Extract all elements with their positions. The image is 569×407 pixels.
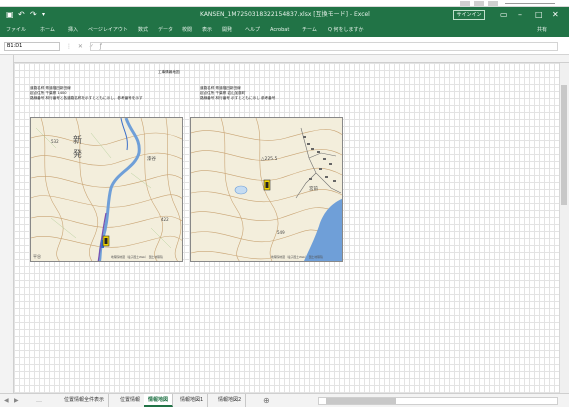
map-left-credit: 地理院地図（電子国土Web） 国土地理院 — [111, 255, 163, 259]
redo-icon[interactable]: ↷ — [30, 10, 37, 20]
save-icon[interactable]: ▣ — [6, 10, 14, 20]
tab-ellipsis-icon[interactable]: … — [36, 396, 42, 406]
left-info-line-1: 道路名称 県道福田新田線 — [30, 86, 71, 90]
right-info-line-3: 路線番号 林行番号 示すとともに示し 参考番号 — [200, 96, 276, 100]
tab-file[interactable]: ファイル — [6, 25, 26, 35]
tell-me-search[interactable]: Q 何をしますか — [328, 25, 364, 35]
sheet-tab-all-locations[interactable]: 位置情報全件表示 — [60, 394, 110, 407]
right-info-line-1: 道路名称 県道福田新田線 — [200, 86, 241, 90]
sheet-tab-locations[interactable]: 位置情報 — [116, 394, 146, 407]
map-right-credit: 地理院地図（電子国土Web） 国土地理院 — [271, 255, 323, 259]
sheet-heading: 工事情報地図 — [158, 70, 180, 74]
horizontal-scroll-thumb[interactable] — [326, 398, 396, 404]
map-left-label-2: 発 — [73, 150, 83, 160]
minimize-icon[interactable]: – — [518, 10, 522, 20]
add-sheet-button[interactable]: ⊕ — [263, 395, 270, 406]
ribbon-tabs: ファイル ホーム 挿入 ページレイアウト 数式 データ 校閲 表示 開発 ヘルプ… — [0, 23, 569, 37]
view-normal-icon[interactable] — [460, 1, 470, 6]
tab-team[interactable]: チーム — [302, 25, 317, 35]
close-icon[interactable]: ✕ — [552, 10, 559, 20]
tab-formulas[interactable]: 数式 — [138, 25, 148, 35]
worksheet: 工事情報地図 道路名称 県道福田新田線 起点住所 千葉県 1400 路線番号 林… — [0, 55, 569, 393]
right-info-line-2: 起点住所 千葉県 岩山加藤町 — [200, 91, 246, 95]
undo-icon[interactable]: ↶ — [18, 10, 25, 20]
left-info-line-2: 起点住所 千葉県 1400 — [30, 91, 67, 95]
name-box[interactable]: B1:D1 — [4, 42, 60, 51]
sheet-tab-info-map-1[interactable]: 情報地図1 — [176, 394, 209, 407]
column-headers — [0, 55, 569, 63]
ribbon-display-icon[interactable]: ▭ — [500, 10, 508, 20]
window-title: KANSEN_1M7250318322154837.xlsx [互換モード] -… — [200, 11, 370, 18]
excel-window: ▣ ↶ ↷ ▾ KANSEN_1M7250318322154837.xlsx [… — [0, 0, 569, 407]
formula-input[interactable] — [90, 42, 558, 51]
title-bar: ▣ ↶ ↷ ▾ KANSEN_1M7250318322154837.xlsx [… — [0, 7, 569, 23]
map-left-label-6: 平谷 — [33, 254, 41, 259]
view-pagebreak-icon[interactable] — [488, 1, 498, 6]
map-left-label-5: 422 — [161, 217, 169, 222]
map-left-label-3: 532 — [51, 139, 59, 144]
top-strip — [0, 0, 569, 7]
tab-data[interactable]: データ — [158, 25, 173, 35]
map-right-label-3: 549 — [277, 230, 285, 235]
zoom-slider[interactable] — [505, 3, 555, 4]
sheet-tab-info-map-2[interactable]: 情報地図2 — [214, 394, 247, 407]
vertical-scroll-thumb[interactable] — [561, 85, 567, 205]
tab-view[interactable]: 表示 — [202, 25, 212, 35]
tab-home[interactable]: ホーム — [40, 25, 55, 35]
tab-scroll-left-icon[interactable]: ◀ — [4, 396, 9, 406]
view-layout-icon[interactable] — [474, 1, 484, 6]
share-button[interactable]: 共有 — [537, 25, 547, 35]
tab-review[interactable]: 校閲 — [182, 25, 192, 35]
row-headers — [0, 55, 14, 393]
signin-button[interactable]: サインイン — [453, 10, 485, 20]
map-left-label-1: 新 — [73, 136, 83, 146]
tab-help[interactable]: ヘルプ — [245, 25, 260, 35]
sheet-tab-info-map[interactable]: 情報地図 — [144, 394, 174, 407]
sheet-tab-bar: ◀ ▶ … 位置情報全件表示 位置情報 情報地図 情報地図1 情報地図2 ⊕ — [0, 393, 569, 407]
map-left[interactable]: 新 発 532 漆谷 422 平谷 地理院地図（電子国土Web） 国土地理院 — [30, 117, 183, 262]
map-right-label-1: △225.5 — [261, 157, 278, 162]
tab-page-layout[interactable]: ページレイアウト — [88, 25, 128, 35]
map-right[interactable]: △225.5 宮前 549 地理院地図（電子国土Web） 国土地理院 — [190, 117, 343, 262]
maximize-icon[interactable]: □ — [535, 10, 543, 20]
chevron-down-icon[interactable]: ▾ — [42, 10, 45, 20]
left-info-line-3: 路線番号 林行番号と各道路名称を示すとともに示し、参考番号を示す — [30, 96, 143, 100]
map-right-label-2: 宮前 — [309, 187, 318, 192]
formula-bar: B1:D1 ⋮ ✕ ✓ ƒ — [0, 37, 569, 55]
tab-developer[interactable]: 開発 — [222, 25, 232, 35]
tab-insert[interactable]: 挿入 — [68, 25, 78, 35]
tab-scroll-right-icon[interactable]: ▶ — [14, 396, 19, 406]
map-left-label-4: 漆谷 — [147, 157, 156, 162]
topographic-map-right — [191, 118, 342, 261]
tab-acrobat[interactable]: Acrobat — [270, 25, 289, 35]
